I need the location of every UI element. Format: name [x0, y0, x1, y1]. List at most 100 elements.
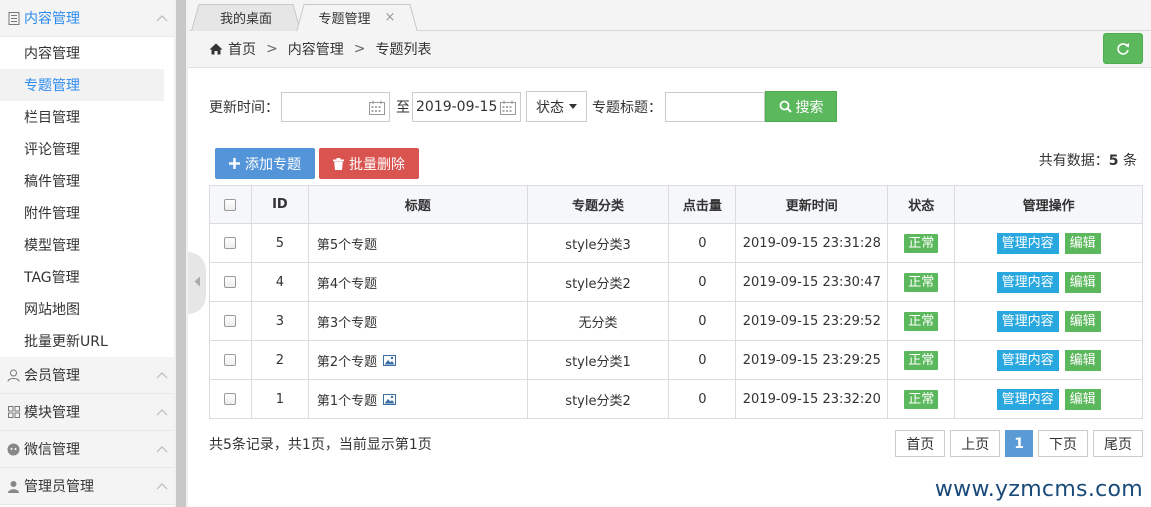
- select-all-cell: [209, 185, 252, 224]
- cell-updated: 2019-09-15 23:30:47: [735, 262, 889, 302]
- title-input[interactable]: [665, 91, 765, 122]
- cell-title: 第4个专题: [307, 262, 528, 302]
- cell-updated: 2019-09-15 23:32:20: [735, 379, 889, 419]
- sidebar-item-columns[interactable]: 栏目管理: [0, 101, 174, 133]
- cell-operations: 管理内容 编辑: [954, 301, 1143, 341]
- page-current-button[interactable]: 1: [1005, 430, 1033, 457]
- tab-label: 专题管理: [318, 12, 371, 27]
- cell-title: 第1个专题: [307, 379, 528, 419]
- tab-bar: 我的桌面 专题管理 ×: [188, 0, 1151, 32]
- add-topic-button[interactable]: 添加专题: [215, 148, 315, 179]
- page-prev-button[interactable]: 上页: [950, 430, 1001, 457]
- status-select[interactable]: 状态: [526, 91, 587, 122]
- sidebar-item-models[interactable]: 模型管理: [0, 229, 174, 261]
- tab-label: 我的桌面: [219, 12, 272, 27]
- table-row: 5 第5个专题 style分类3 0 2019-09-15 23:31:28 正…: [209, 223, 1143, 263]
- cell-updated: 2019-09-15 23:29:52: [735, 301, 889, 341]
- sidebar-group-members[interactable]: 会员管理: [0, 357, 174, 394]
- chevron-left-icon: [194, 276, 201, 291]
- sidebar-item-tags[interactable]: TAG管理: [0, 261, 174, 293]
- cell-id: 4: [250, 262, 309, 302]
- row-checkbox[interactable]: [224, 354, 237, 366]
- table-row: 3 第3个专题 无分类 0 2019-09-15 23:29:52 正常 管理内…: [209, 301, 1143, 341]
- total-count: 共有数据：5 条: [1038, 153, 1137, 169]
- sidebar-item-topics[interactable]: 专题管理: [0, 69, 164, 101]
- sidebar-scrollbar[interactable]: [174, 0, 188, 507]
- status-badge: 正常: [904, 233, 939, 253]
- row-checkbox[interactable]: [224, 393, 237, 405]
- sidebar-item-comments[interactable]: 评论管理: [0, 133, 174, 165]
- manage-content-button[interactable]: 管理内容: [996, 271, 1059, 293]
- page-last-button[interactable]: 尾页: [1093, 430, 1143, 457]
- edit-button[interactable]: 编辑: [1064, 388, 1101, 410]
- page-next-button[interactable]: 下页: [1038, 430, 1088, 457]
- tab-topic-manage[interactable]: 专题管理 ×: [296, 4, 418, 32]
- select-all-checkbox[interactable]: [224, 198, 237, 211]
- edit-button[interactable]: 编辑: [1064, 349, 1101, 371]
- sidebar-group-label: 会员管理: [24, 368, 80, 384]
- cell-operations: 管理内容 编辑: [954, 223, 1143, 263]
- update-time-label: 更新时间：: [209, 99, 279, 116]
- edit-button[interactable]: 编辑: [1064, 310, 1101, 332]
- sidebar-group-admins[interactable]: 管理员管理: [0, 468, 174, 505]
- sidebar-group-label: 管理员管理: [24, 479, 94, 495]
- table-row: 2 第2个专题 style分类1 0 2019-09-15 23:29:25 正…: [209, 340, 1143, 380]
- status-badge: 正常: [904, 350, 939, 370]
- manage-content-button[interactable]: 管理内容: [996, 310, 1059, 332]
- row-checkbox[interactable]: [224, 315, 237, 327]
- caret-down-icon: [569, 104, 577, 109]
- row-checkbox[interactable]: [224, 237, 237, 249]
- watermark: www.yzmcms.com: [934, 477, 1143, 502]
- start-date-input[interactable]: [281, 91, 390, 122]
- sidebar-group-label: 微信管理: [24, 442, 80, 458]
- breadcrumb-level2: 专题列表: [375, 42, 432, 58]
- tab-desktop[interactable]: 我的桌面: [191, 4, 301, 31]
- end-date-input[interactable]: 2019-09-15: [412, 91, 521, 122]
- manage-content-button[interactable]: 管理内容: [996, 232, 1059, 254]
- cell-category: style分类1: [526, 340, 670, 380]
- edit-button[interactable]: 编辑: [1064, 271, 1101, 293]
- chevron-up-icon: [150, 445, 174, 453]
- breadcrumb-home[interactable]: 首页: [209, 39, 256, 59]
- sidebar-group-content[interactable]: 内容管理: [0, 0, 174, 37]
- sidebar-group-modules[interactable]: 模块管理: [0, 394, 174, 431]
- breadcrumb-level1[interactable]: 内容管理: [288, 39, 344, 59]
- refresh-icon: [1117, 42, 1129, 55]
- sidebar-item-content[interactable]: 内容管理: [0, 37, 174, 69]
- document-icon: [7, 11, 20, 25]
- breadcrumb: 首页 > 内容管理 > 专题列表: [188, 31, 1151, 68]
- sidebar-item-manuscripts[interactable]: 稿件管理: [0, 165, 174, 197]
- cell-id: 1: [250, 379, 309, 419]
- header-id: ID: [250, 185, 309, 224]
- cell-id: 2: [250, 340, 309, 380]
- sidebar-item-batch-url[interactable]: 批量更新URL: [0, 325, 174, 357]
- cell-clicks: 0: [668, 340, 737, 380]
- breadcrumb-separator: >: [353, 41, 366, 57]
- cell-updated: 2019-09-15 23:29:25: [735, 340, 889, 380]
- trash-icon: [333, 157, 344, 170]
- batch-delete-button[interactable]: 批量删除: [319, 148, 419, 179]
- edit-button[interactable]: 编辑: [1064, 232, 1101, 254]
- cell-status: 正常: [887, 223, 956, 263]
- scrollbar-thumb[interactable]: [176, 0, 186, 507]
- manage-content-button[interactable]: 管理内容: [996, 349, 1059, 371]
- image-icon: [383, 393, 397, 409]
- cell-title: 第5个专题: [307, 223, 528, 263]
- sidebar-item-attachments[interactable]: 附件管理: [0, 197, 174, 229]
- image-icon: [383, 354, 397, 370]
- refresh-button[interactable]: [1103, 33, 1143, 64]
- search-button[interactable]: 搜索: [765, 91, 837, 122]
- page-first-button[interactable]: 首页: [895, 430, 946, 457]
- breadcrumb-home-label: 首页: [228, 42, 256, 58]
- close-icon[interactable]: ×: [385, 10, 396, 25]
- header-status: 状态: [887, 185, 956, 224]
- table-header-row: ID 标题 专题分类 点击量 更新时间 状态 管理操作: [209, 185, 1143, 224]
- sidebar-collapse-handle[interactable]: [188, 252, 206, 314]
- sidebar-item-sitemap[interactable]: 网站地图: [0, 293, 174, 325]
- manage-content-button[interactable]: 管理内容: [996, 388, 1059, 410]
- cell-category: style分类2: [526, 262, 670, 302]
- sidebar-group-wechat[interactable]: 微信管理: [0, 431, 174, 468]
- search-icon: [779, 100, 792, 113]
- cell-category: 无分类: [526, 301, 670, 341]
- row-checkbox[interactable]: [224, 276, 237, 288]
